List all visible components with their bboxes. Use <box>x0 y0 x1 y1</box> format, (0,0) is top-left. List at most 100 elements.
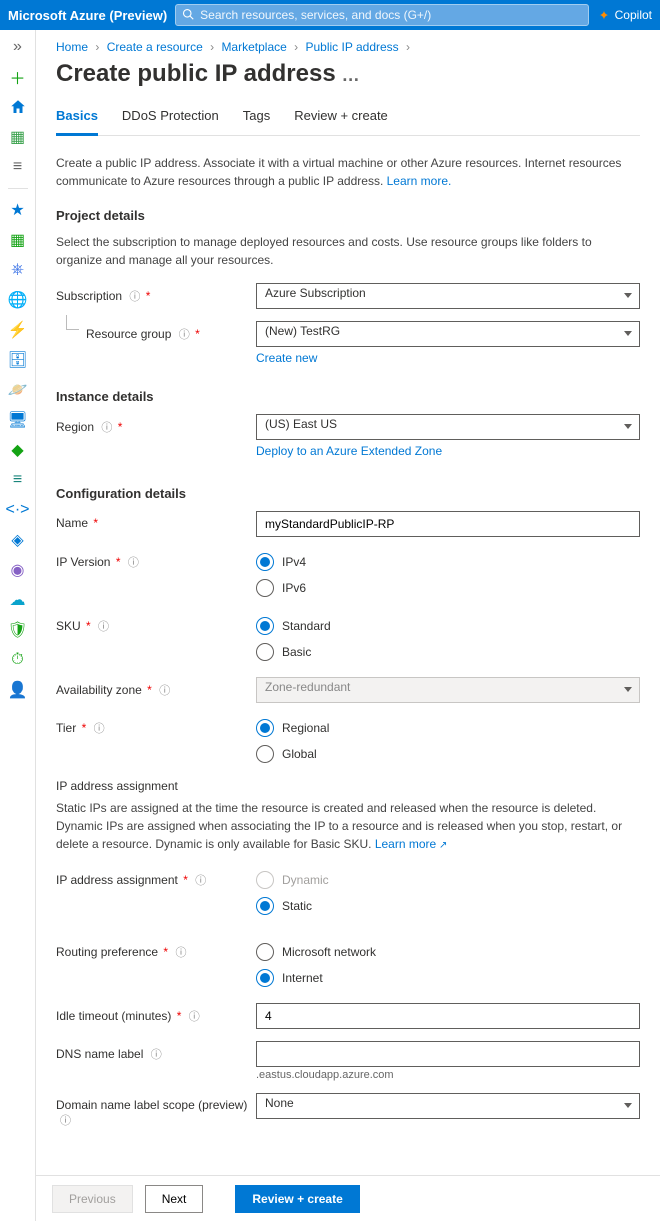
brand[interactable]: Microsoft Azure (Preview) <box>8 8 167 23</box>
vm-icon[interactable]: 🖥 <box>9 411 27 429</box>
sku-basic[interactable]: Basic <box>256 639 640 665</box>
sidebar: » ＋ ▦ ≡ ★ ▦ ⎈ 🌐 ⚡ 🗄 🪐 🖥 ◆ ≡ <·> ◈ ◉ ☁ 🛡 … <box>0 30 36 1221</box>
user-icon[interactable]: 👤 <box>9 681 27 699</box>
radio-icon <box>256 617 274 635</box>
info-icon[interactable]: ⓘ <box>151 1049 162 1061</box>
review-create-button[interactable]: Review + create <box>235 1185 359 1213</box>
section-instance-details: Instance details <box>56 389 640 404</box>
availability-zone-select: Zone-redundant <box>256 677 640 703</box>
info-icon[interactable]: ⓘ <box>60 1115 71 1127</box>
radio-icon <box>256 579 274 597</box>
extended-zone-link[interactable]: Deploy to an Azure Extended Zone <box>256 444 442 458</box>
ip-version-ipv4[interactable]: IPv4 <box>256 549 640 575</box>
apps-icon[interactable]: ▦ <box>9 231 27 249</box>
globe-icon[interactable]: 🌐 <box>9 291 27 309</box>
availability-zone-label: Availability zone * ⓘ <box>56 677 256 698</box>
section-project-details: Project details <box>56 208 640 223</box>
chevron-right-icon: › <box>294 40 298 54</box>
ip-assignment-heading: IP address assignment <box>56 779 640 793</box>
subscription-label: Subscription ⓘ * <box>56 283 256 304</box>
dns-name-input[interactable] <box>256 1041 640 1067</box>
storage-icon[interactable]: ≡ <box>9 471 27 489</box>
tab-review[interactable]: Review + create <box>294 102 388 135</box>
monitor-icon[interactable]: ◉ <box>9 561 27 579</box>
advisor-icon[interactable]: ☁ <box>9 591 27 609</box>
sku-standard[interactable]: Standard <box>256 613 640 639</box>
region-select[interactable]: (US) East US <box>256 414 640 440</box>
crumb-home[interactable]: Home <box>56 40 88 54</box>
ip-version-ipv6[interactable]: IPv6 <box>256 575 640 601</box>
info-icon[interactable]: ⓘ <box>94 723 105 735</box>
assignment-static[interactable]: Static <box>256 893 640 919</box>
dns-name-label: DNS name label ⓘ <box>56 1041 256 1062</box>
ip-assignment-label: IP address assignment * ⓘ <box>56 867 256 888</box>
network-icon[interactable]: <·> <box>9 501 27 519</box>
info-icon[interactable]: ⓘ <box>159 685 170 697</box>
resource-group-label: Resource group ⓘ * <box>56 321 256 342</box>
info-icon[interactable]: ⓘ <box>101 422 112 434</box>
info-icon[interactable]: ⓘ <box>129 291 140 303</box>
lb-icon[interactable]: ◆ <box>9 441 27 459</box>
top-bar: Microsoft Azure (Preview) Search resourc… <box>0 0 660 30</box>
intro-text: Create a public IP address. Associate it… <box>56 154 640 190</box>
crumb-marketplace[interactable]: Marketplace <box>221 40 286 54</box>
tabs: Basics DDoS Protection Tags Review + cre… <box>56 102 640 136</box>
ip-version-label: IP Version * ⓘ <box>56 549 256 570</box>
copilot-icon <box>597 8 611 22</box>
favorite-icon[interactable]: ★ <box>9 201 27 219</box>
copilot-button[interactable]: Copilot <box>597 8 652 22</box>
list-icon[interactable]: ≡ <box>9 158 27 176</box>
previous-button: Previous <box>52 1185 133 1213</box>
radio-icon <box>256 943 274 961</box>
name-input[interactable] <box>256 511 640 537</box>
security-icon[interactable]: 🛡 <box>9 621 27 639</box>
sku-label: SKU * ⓘ <box>56 613 256 634</box>
idle-timeout-input[interactable] <box>256 1003 640 1029</box>
cost-icon[interactable]: ⏱ <box>9 651 27 669</box>
info-icon[interactable]: ⓘ <box>128 557 139 569</box>
chevron-right-icon: › <box>210 40 214 54</box>
ip-assignment-desc: Static IPs are assigned at the time the … <box>56 799 640 853</box>
info-icon[interactable]: ⓘ <box>189 1011 200 1023</box>
intro-learn-more[interactable]: Learn more. <box>387 174 452 188</box>
dns-suffix: .eastus.cloudapp.azure.com <box>256 1069 640 1081</box>
tab-basics[interactable]: Basics <box>56 102 98 136</box>
resource-group-select[interactable]: (New) TestRG <box>256 321 640 347</box>
expand-icon[interactable]: » <box>9 38 27 56</box>
sql-icon[interactable]: 🗄 <box>9 351 27 369</box>
ip-assign-learn-more[interactable]: Learn more <box>375 837 448 851</box>
dashboard-icon[interactable]: ▦ <box>9 128 27 146</box>
create-new-rg-link[interactable]: Create new <box>256 351 317 365</box>
routing-internet[interactable]: Internet <box>256 965 640 991</box>
info-icon[interactable]: ⓘ <box>175 947 186 959</box>
cosmos-icon[interactable]: 🪐 <box>9 381 27 399</box>
project-help: Select the subscription to manage deploy… <box>56 233 640 269</box>
next-button[interactable]: Next <box>145 1185 204 1213</box>
subscription-select[interactable]: Azure Subscription <box>256 283 640 309</box>
radio-icon <box>256 553 274 571</box>
domain-label-scope-select[interactable]: None <box>256 1093 640 1119</box>
crumb-publicip[interactable]: Public IP address <box>306 40 399 54</box>
tab-ddos[interactable]: DDoS Protection <box>122 102 219 135</box>
kube-icon[interactable]: ⎈ <box>9 261 27 279</box>
home-icon[interactable] <box>9 98 27 116</box>
tier-global[interactable]: Global <box>256 741 640 767</box>
tier-regional[interactable]: Regional <box>256 715 640 741</box>
add-icon[interactable]: ＋ <box>9 68 27 86</box>
function-icon[interactable]: ⚡ <box>9 321 27 339</box>
region-label: Region ⓘ * <box>56 414 256 435</box>
radio-icon <box>256 871 274 889</box>
ad-icon[interactable]: ◈ <box>9 531 27 549</box>
wizard-footer: Previous Next Review + create <box>36 1175 660 1221</box>
info-icon[interactable]: ⓘ <box>179 329 190 341</box>
global-search[interactable]: Search resources, services, and docs (G+… <box>175 4 588 26</box>
tab-tags[interactable]: Tags <box>243 102 270 135</box>
crumb-create[interactable]: Create a resource <box>107 40 203 54</box>
assignment-dynamic: Dynamic <box>256 867 640 893</box>
info-icon[interactable]: ⓘ <box>195 875 206 887</box>
tier-label: Tier * ⓘ <box>56 715 256 736</box>
search-placeholder: Search resources, services, and docs (G+… <box>200 8 431 22</box>
info-icon[interactable]: ⓘ <box>98 621 109 633</box>
more-icon[interactable]: … <box>342 65 360 85</box>
routing-ms-network[interactable]: Microsoft network <box>256 939 640 965</box>
